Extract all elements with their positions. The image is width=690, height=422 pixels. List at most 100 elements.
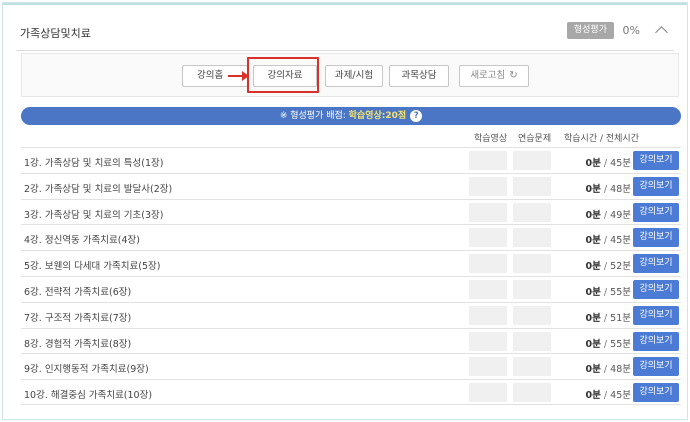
time-separator: / — [600, 209, 611, 221]
table-row: 4강. 정신역동 가족치료(4장) 0분 / 45분 강의보기 — [21, 224, 681, 250]
study-time-value: 0분 — [585, 183, 601, 195]
study-time: 0분 / 49분 — [586, 207, 631, 221]
view-lecture-button[interactable]: 강의보기 — [633, 254, 679, 274]
help-icon[interactable]: ? — [410, 110, 423, 122]
total-time-value: 45분 — [610, 235, 631, 247]
tab-assignment-exam-label: 과제/시험 — [334, 70, 374, 81]
lecture-title: 5강. 보웬의 다세대 가족치료(5장) — [24, 261, 161, 273]
video-status-box — [469, 151, 507, 170]
top-border — [3, 3, 687, 5]
lecture-title: 1강. 가족상담 및 치료의 특성(1장) — [24, 158, 164, 169]
table-row: 9강. 인지행동적 가족치료(9장) 0분 / 48분 강의보기 — [21, 353, 681, 379]
view-lecture-button[interactable]: 강의보기 — [633, 383, 679, 403]
video-status-box — [469, 228, 507, 248]
time-separator: / — [600, 364, 611, 376]
total-time-value: 48분 — [610, 364, 631, 376]
formative-eval-badge[interactable]: 형성평가 — [566, 22, 614, 39]
col-header-video: 학습영상 — [474, 134, 508, 144]
course-title: 가족상담및치료 — [20, 27, 91, 40]
tab-subject-counsel[interactable]: 과목상담 — [389, 65, 449, 87]
view-lecture-button[interactable]: 강의보기 — [633, 331, 679, 351]
course-panel: 가족상담및치료 형성평가 0% 강의홈 강의자료 과제/시험 과목상담 새로고침… — [2, 2, 688, 420]
quiz-status-box — [513, 383, 551, 403]
time-separator: / — [600, 312, 611, 324]
total-time-value: 48분 — [610, 183, 631, 195]
time-separator: / — [600, 390, 611, 402]
study-time: 0분 / 45분 — [586, 155, 631, 169]
time-separator: / — [600, 235, 611, 247]
highlight-box — [247, 57, 319, 93]
study-time: 0분 / 45분 — [586, 387, 631, 401]
quiz-status-box — [513, 305, 551, 325]
tab-course-home-label: 강의홈 — [197, 70, 224, 81]
tab-button-bar: 강의홈 강의자료 과제/시험 과목상담 새로고침 ↻ — [21, 53, 679, 97]
view-lecture-button[interactable]: 강의보기 — [633, 176, 679, 196]
study-time: 0분 / 55분 — [586, 336, 631, 350]
lecture-title: 6강. 전략적 가족치료(6장) — [24, 286, 132, 298]
table-row: 8강. 경험적 가족치료(8장) 0분 / 55분 강의보기 — [21, 327, 681, 354]
collapse-chevron-up-icon[interactable] — [655, 26, 668, 39]
quiz-status-box — [513, 176, 551, 196]
study-time-value: 0분 — [585, 209, 601, 221]
total-time-value: 55분 — [610, 338, 631, 350]
study-time: 0분 / 55분 — [586, 284, 631, 298]
refresh-icon: ↻ — [509, 70, 518, 81]
total-time-value: 51분 — [610, 312, 631, 324]
lecture-title: 9강. 인지행동적 가족치료(9장) — [24, 364, 149, 376]
view-lecture-button[interactable]: 강의보기 — [633, 228, 679, 248]
video-status-box — [469, 176, 507, 196]
lecture-title: 2강. 가족상담 및 치료의 발달사(2장) — [24, 183, 173, 195]
study-time: 0분 / 51분 — [586, 310, 631, 324]
video-status-box — [469, 254, 507, 274]
total-time-value: 52분 — [610, 261, 631, 273]
video-status-box — [469, 331, 507, 351]
total-time-value: 55분 — [610, 286, 631, 298]
video-status-box — [469, 357, 507, 377]
quiz-status-box — [513, 279, 551, 299]
total-time-value: 45분 — [610, 390, 631, 402]
lecture-title: 10강. 해결중심 가족치료(10장) — [24, 390, 153, 402]
study-time: 0분 / 45분 — [586, 232, 631, 246]
study-time: 0분 / 52분 — [586, 258, 631, 272]
study-time: 0분 / 48분 — [586, 361, 631, 375]
video-status-box — [469, 279, 507, 299]
col-header-time: 학습시간 / 전체시간 — [564, 134, 639, 144]
refresh-button[interactable]: 새로고침 ↻ — [459, 65, 529, 87]
info-label: ※ 형성평가 배점: — [279, 111, 349, 121]
view-lecture-button[interactable]: 강의보기 — [633, 202, 679, 222]
view-lecture-button[interactable]: 강의보기 — [633, 151, 679, 170]
time-separator: / — [600, 183, 611, 195]
view-lecture-button[interactable]: 강의보기 — [633, 279, 679, 299]
study-time-value: 0분 — [585, 158, 601, 169]
video-status-box — [469, 305, 507, 325]
tab-assignment-exam[interactable]: 과제/시험 — [325, 65, 383, 87]
table-row: 10강. 해결중심 가족치료(10장) 0분 / 45분 강의보기 — [21, 379, 681, 405]
progress-percent: 0% — [622, 24, 640, 37]
table-row: 6강. 전략적 가족치료(6장) 0분 / 55분 강의보기 — [21, 275, 681, 302]
study-time-value: 0분 — [585, 286, 601, 298]
course-header: 가족상담및치료 형성평가 0% — [16, 21, 674, 51]
time-separator: / — [600, 338, 611, 350]
quiz-status-box — [513, 254, 551, 274]
formative-eval-info-bar: ※ 형성평가 배점: 학습영상:20점? — [21, 107, 681, 125]
view-lecture-button[interactable]: 강의보기 — [633, 305, 679, 325]
quiz-status-box — [513, 357, 551, 377]
quiz-status-box — [513, 151, 551, 170]
table-row: 2강. 가족상담 및 치료의 발달사(2장) 0분 / 48분 강의보기 — [21, 172, 681, 199]
view-lecture-button[interactable]: 강의보기 — [633, 357, 679, 377]
study-time-value: 0분 — [585, 235, 601, 247]
tab-subject-counsel-label: 과목상담 — [401, 70, 437, 81]
col-header-quiz: 연습문제 — [518, 134, 552, 144]
study-time-value: 0분 — [585, 338, 601, 350]
quiz-status-box — [513, 331, 551, 351]
lecture-title: 8강. 경험적 가족치료(8장) — [24, 338, 132, 350]
time-separator: / — [600, 286, 611, 298]
time-separator: / — [600, 261, 611, 273]
total-time-value: 49분 — [610, 209, 631, 221]
quiz-status-box — [513, 228, 551, 248]
lecture-title: 3강. 가족상담 및 치료의 기초(3장) — [24, 209, 164, 221]
lecture-title: 4강. 정신역동 가족치료(4장) — [24, 235, 140, 247]
table-header: 학습영상 연습문제 학습시간 / 전체시간 — [21, 129, 681, 145]
table-row: 7강. 구조적 가족치료(7장) 0분 / 51분 강의보기 — [21, 301, 681, 328]
lecture-title: 7강. 구조적 가족치료(7장) — [24, 312, 132, 324]
